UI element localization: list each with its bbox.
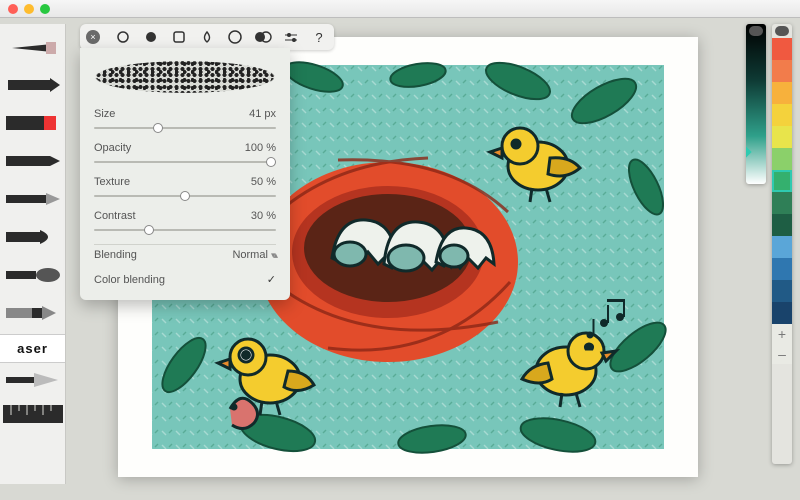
swatch-6[interactable] xyxy=(772,170,792,192)
contrast-value: 30 % xyxy=(251,210,276,222)
fine-pen-tool[interactable] xyxy=(0,182,65,220)
utility-tool[interactable] xyxy=(0,296,65,334)
swatch-panel: + – xyxy=(772,24,792,464)
tool-sidebar: aser xyxy=(0,24,66,484)
blending-value: Normal xyxy=(232,249,267,261)
stroke-preview xyxy=(95,60,275,94)
brush-circle-outline-icon[interactable] xyxy=(114,28,132,46)
gradient-picker[interactable] xyxy=(746,24,766,184)
pencil-tool[interactable] xyxy=(0,30,65,68)
color-blending-label: Color blending xyxy=(94,274,165,286)
brush-tool[interactable] xyxy=(0,258,65,296)
close-strip-button[interactable]: × xyxy=(86,30,100,44)
contrast-slider[interactable]: Contrast 30 % xyxy=(94,210,276,236)
title-bar xyxy=(0,0,800,18)
brush-ring-icon[interactable] xyxy=(226,28,244,46)
swatch-10[interactable] xyxy=(772,258,792,280)
brush-overlap-icon[interactable] xyxy=(254,28,272,46)
swatch-5[interactable] xyxy=(772,148,792,170)
swatch-2[interactable] xyxy=(772,82,792,104)
checkmark-icon: ✓ xyxy=(267,273,276,286)
swatch-9[interactable] xyxy=(772,236,792,258)
size-label: Size xyxy=(94,108,115,120)
swatch-1[interactable] xyxy=(772,60,792,82)
close-window-button[interactable] xyxy=(8,4,18,14)
brush-settings-panel: Size 41 px Opacity 100 % Texture 50 % Co… xyxy=(80,48,290,300)
brush-teardrop-icon[interactable] xyxy=(198,28,216,46)
texture-slider[interactable]: Texture 50 % xyxy=(94,176,276,202)
brush-preset-strip: × ? xyxy=(80,24,334,50)
opacity-slider[interactable]: Opacity 100 % xyxy=(94,142,276,168)
sliders-icon[interactable] xyxy=(282,28,300,46)
liner-tool[interactable] xyxy=(0,144,65,182)
size-value: 41 px xyxy=(249,108,276,120)
add-swatch-button[interactable]: + xyxy=(772,324,792,344)
knife-tool[interactable] xyxy=(0,363,65,401)
close-gradient-button[interactable] xyxy=(749,26,763,36)
size-slider[interactable]: Size 41 px xyxy=(94,108,276,134)
brush-square-icon[interactable] xyxy=(170,28,188,46)
remove-swatch-button[interactable]: – xyxy=(772,344,792,364)
close-swatches-button[interactable] xyxy=(775,26,789,36)
swatch-12[interactable] xyxy=(772,302,792,324)
opacity-value: 100 % xyxy=(245,142,276,154)
ruler-tool[interactable] xyxy=(0,401,65,431)
zoom-window-button[interactable] xyxy=(40,4,50,14)
swatch-11[interactable] xyxy=(772,280,792,302)
contrast-label: Contrast xyxy=(94,210,136,222)
blending-select[interactable]: Blending Normal ▾▴ xyxy=(94,244,276,265)
brush-circle-filled-icon[interactable] xyxy=(142,28,160,46)
gradient-marker[interactable] xyxy=(746,146,752,157)
swatch-4[interactable] xyxy=(772,126,792,148)
marker-tool[interactable] xyxy=(0,106,65,144)
pen-tool[interactable] xyxy=(0,68,65,106)
texture-label: Texture xyxy=(94,176,130,188)
opacity-label: Opacity xyxy=(94,142,131,154)
minimize-window-button[interactable] xyxy=(24,4,34,14)
swatch-3[interactable] xyxy=(772,104,792,126)
nib-tool[interactable] xyxy=(0,220,65,258)
swatch-0[interactable] xyxy=(772,38,792,60)
swatch-7[interactable] xyxy=(772,192,792,214)
texture-value: 50 % xyxy=(251,176,276,188)
stepper-icon: ▾▴ xyxy=(271,250,276,260)
blending-label: Blending xyxy=(94,249,137,261)
color-blending-toggle[interactable]: Color blending ✓ xyxy=(94,269,276,290)
swatch-8[interactable] xyxy=(772,214,792,236)
help-icon[interactable]: ? xyxy=(310,28,328,46)
eraser-tool[interactable]: aser xyxy=(0,334,65,363)
